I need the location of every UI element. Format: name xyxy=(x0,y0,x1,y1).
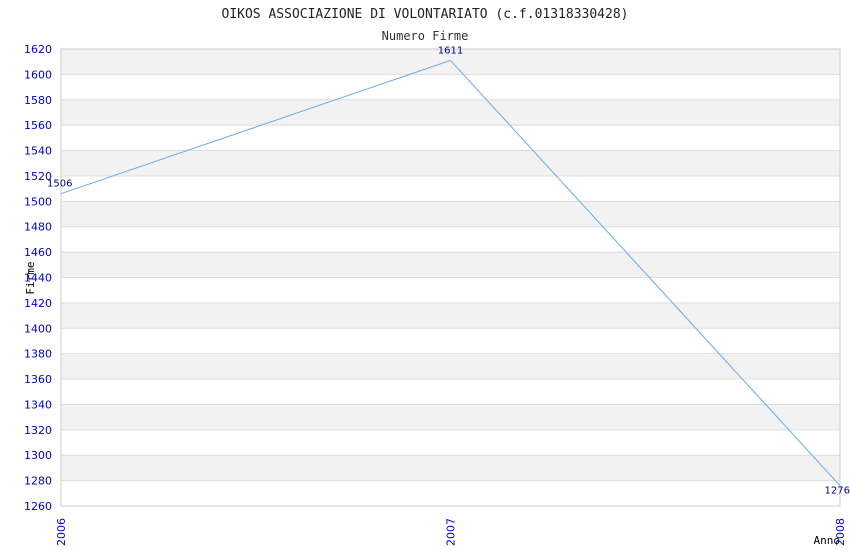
x-tick-labels: 2006 2007 2008 xyxy=(55,518,847,546)
y-tick-label: 1580 xyxy=(24,94,52,107)
y-tick-label: 1300 xyxy=(24,449,52,462)
background-band xyxy=(61,201,840,227)
data-label: 1611 xyxy=(438,45,463,56)
background-band xyxy=(61,99,840,126)
y-tick-label: 1400 xyxy=(24,322,52,335)
y-tick-label: 1540 xyxy=(24,145,52,158)
y-tick-label: 1440 xyxy=(24,272,52,285)
x-tick-label: 2006 xyxy=(55,518,68,546)
y-tick-label: 1380 xyxy=(24,348,52,361)
y-tick-label: 1620 xyxy=(24,43,52,56)
x-tick-label: 2007 xyxy=(445,518,458,546)
chart: OIKOS ASSOCIAZIONE DI VOLONTARIATO (c.f.… xyxy=(24,7,850,547)
y-tick-label: 1320 xyxy=(24,424,52,437)
y-tick-label: 1340 xyxy=(24,398,52,411)
data-label: 1276 xyxy=(825,486,850,497)
background-band xyxy=(61,455,840,481)
chart-title: OIKOS ASSOCIAZIONE DI VOLONTARIATO (c.f.… xyxy=(222,7,629,22)
background-band xyxy=(61,252,840,278)
y-tick-label: 1600 xyxy=(24,68,52,81)
x-tick-label: 2008 xyxy=(834,518,847,546)
y-tick-label: 1260 xyxy=(24,500,52,513)
y-tick-label: 1480 xyxy=(24,221,52,234)
background-band xyxy=(61,302,840,329)
y-tick-label: 1460 xyxy=(24,246,52,259)
background-band xyxy=(61,404,840,430)
background-band xyxy=(61,150,840,176)
y-tick-label: 1420 xyxy=(24,297,52,310)
data-label: 1506 xyxy=(47,179,72,190)
y-tick-label: 1500 xyxy=(24,195,52,208)
y-tick-label: 1560 xyxy=(24,119,52,132)
y-tick-label: 1360 xyxy=(24,373,52,386)
chart-subtitle: Numero Firme xyxy=(382,29,469,43)
y-tick-label: 1280 xyxy=(24,475,52,488)
y-tick-labels: 1260 1280 1300 1320 1340 1360 1380 1400 1420 1440… xyxy=(24,43,52,513)
background-bands xyxy=(61,49,840,481)
